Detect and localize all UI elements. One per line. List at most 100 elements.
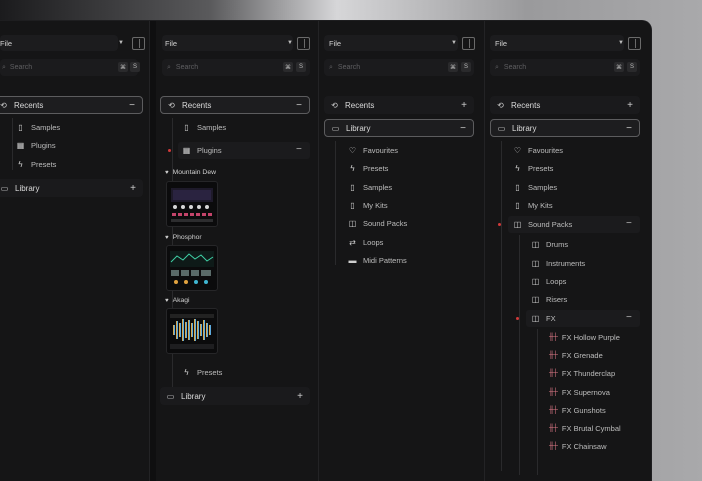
search-placeholder: Search xyxy=(503,64,527,71)
list-item-presets[interactable]: ϟ Presets xyxy=(16,160,56,169)
file-audio-icon: ▯ xyxy=(350,183,355,192)
sidebar-toggle-icon[interactable] xyxy=(297,37,310,50)
list-item-sound-packs[interactable]: ◫ Sound Packs xyxy=(348,219,407,228)
plugin-label: Akagi xyxy=(172,297,190,304)
list-item-midi-patterns[interactable]: ▬ Midi Patterns xyxy=(348,256,407,265)
file-select[interactable]: File ▼ xyxy=(0,35,124,51)
recents-section[interactable]: ⟲ Recents + xyxy=(324,96,474,114)
search-icon: ⌕ xyxy=(329,63,333,71)
list-item-plugins[interactable]: ▦ Plugins xyxy=(16,141,56,150)
collapse-plugins-icon[interactable]: − xyxy=(296,144,302,155)
plugin-thumbnail-phosphor[interactable] xyxy=(166,245,218,291)
file-select-label: File xyxy=(329,38,342,48)
heart-icon: ♡ xyxy=(348,146,357,155)
synth-preview xyxy=(171,188,213,222)
collapse-icon[interactable]: − xyxy=(296,100,302,111)
fx-item[interactable]: ╫┼ FX Hollow Purple xyxy=(549,333,620,342)
fx-item[interactable]: ╫┼ FX Chainsaw xyxy=(549,442,607,451)
list-item-loops[interactable]: ⇄ Loops xyxy=(348,238,383,247)
sidebar-toggle-icon[interactable] xyxy=(132,37,145,50)
search-icon: ⌕ xyxy=(495,63,499,71)
sidebar-toggle-icon[interactable] xyxy=(628,37,641,50)
library-section[interactable]: ▭ Library − xyxy=(324,119,474,137)
add-icon[interactable]: + xyxy=(130,183,136,194)
plugin-mountain-dew[interactable]: ♥ Mountain Dew xyxy=(165,169,216,176)
fx-item[interactable]: ╫┼ FX Brutal Cymbal xyxy=(549,424,621,433)
pack-icon: ◫ xyxy=(531,295,540,304)
list-item-drums[interactable]: ◫ Drums xyxy=(531,240,568,249)
heart-icon: ♥ xyxy=(165,234,169,241)
item-label: Presets xyxy=(197,368,223,377)
recents-section[interactable]: ⟲ Recents + xyxy=(490,96,640,114)
add-icon[interactable]: + xyxy=(627,100,633,111)
plugin-thumbnail-mountain-dew[interactable] xyxy=(166,181,218,227)
bolt-icon: ϟ xyxy=(184,368,189,377)
plugin-thumbnail-akagi[interactable] xyxy=(166,308,218,354)
add-icon[interactable]: + xyxy=(297,391,303,402)
recents-section[interactable]: ⟲ Recents − xyxy=(0,96,143,114)
collapse-icon[interactable]: − xyxy=(460,123,466,134)
search-placeholder: Search xyxy=(337,64,361,71)
sidebar-toggle-icon[interactable] xyxy=(462,37,475,50)
list-item-samples[interactable]: ▯ Samples xyxy=(16,123,60,132)
library-label: Library xyxy=(181,391,206,401)
plugin-akagi[interactable]: ♥ Akagi xyxy=(165,297,190,304)
item-label: FX Grenade xyxy=(561,351,603,360)
item-label: Drums xyxy=(546,240,569,249)
list-item-fx[interactable]: ◫ FX xyxy=(531,314,556,323)
search-icon: ⌕ xyxy=(167,63,171,71)
library-section[interactable]: ▭ Library + xyxy=(0,179,143,197)
list-item-samples[interactable]: ▯ Samples xyxy=(182,123,226,132)
fx-item[interactable]: ╫┼ FX Thunderclap xyxy=(549,369,615,378)
fx-item[interactable]: ╫┼ FX Gunshots xyxy=(549,406,606,415)
file-select[interactable]: File ▼ xyxy=(324,35,458,51)
panel-4: File ▼ ⌕ Search ⌘ S ⟲ Recents + ▭ Librar… xyxy=(485,21,651,481)
file-select[interactable]: File ▼ xyxy=(490,35,624,51)
list-item-presets[interactable]: ϟ Presets xyxy=(182,368,222,377)
library-section[interactable]: ▭ Library + xyxy=(160,387,310,405)
list-item-my-kits[interactable]: ▯ My Kits xyxy=(348,201,388,210)
list-item-instruments[interactable]: ◫ Instruments xyxy=(531,259,585,268)
list-item-presets[interactable]: ϟ Presets xyxy=(513,164,553,173)
file-select[interactable]: File ▼ xyxy=(162,35,293,51)
collapse-icon[interactable]: − xyxy=(129,100,135,111)
list-item-my-kits[interactable]: ▯ My Kits xyxy=(513,201,552,210)
bolt-icon: ϟ xyxy=(515,164,520,173)
chevron-down-icon: ▼ xyxy=(118,40,124,46)
library-section[interactable]: ▭ Library − xyxy=(490,119,640,137)
list-item-favourites[interactable]: ♡ Favourites xyxy=(513,146,563,155)
list-item-sound-packs[interactable]: ◫ Sound Packs xyxy=(513,220,572,229)
file-audio-icon: ▯ xyxy=(515,183,520,192)
list-item-samples[interactable]: ▯ Samples xyxy=(348,183,392,192)
list-item-risers[interactable]: ◫ Risers xyxy=(531,295,568,304)
plugin-phosphor[interactable]: ♥ Phosphor xyxy=(165,234,202,241)
grid-icon: ▦ xyxy=(182,146,191,155)
collapse-icon[interactable]: − xyxy=(626,123,632,134)
recents-label: Recents xyxy=(511,100,541,110)
waveform-icon: ╫┼ xyxy=(549,407,558,414)
collapse-fx-icon[interactable]: − xyxy=(626,312,632,323)
fx-item[interactable]: ╫┼ FX Supernova xyxy=(549,388,610,397)
item-label: My Kits xyxy=(363,201,388,210)
kbd-s: S xyxy=(461,62,471,72)
heart-icon: ♥ xyxy=(165,169,169,176)
item-label: FX xyxy=(546,314,556,323)
item-label: FX Supernova xyxy=(561,388,610,397)
collapse-sound-packs-icon[interactable]: − xyxy=(626,218,632,229)
list-item-presets[interactable]: ϟ Presets xyxy=(348,164,388,173)
item-label: Sound Packs xyxy=(528,220,573,229)
add-icon[interactable]: + xyxy=(461,100,467,111)
list-item-loops[interactable]: ◫ Loops xyxy=(531,277,567,286)
fx-item[interactable]: ╫┼ FX Grenade xyxy=(549,351,603,360)
list-item-samples[interactable]: ▯ Samples xyxy=(513,183,557,192)
heart-icon: ♥ xyxy=(165,297,169,304)
list-item-favourites[interactable]: ♡ Favourites xyxy=(348,146,398,155)
list-item-plugins[interactable]: ▦ Plugins xyxy=(182,146,222,155)
recents-section[interactable]: ⟲ Recents − xyxy=(160,96,310,114)
item-label: FX Hollow Purple xyxy=(561,333,620,342)
waveform-icon: ╫┼ xyxy=(549,389,558,396)
item-label: Presets xyxy=(31,160,57,169)
history-icon: ⟲ xyxy=(0,100,7,110)
bolt-icon: ϟ xyxy=(18,160,23,169)
kbd-s: S xyxy=(296,62,306,72)
